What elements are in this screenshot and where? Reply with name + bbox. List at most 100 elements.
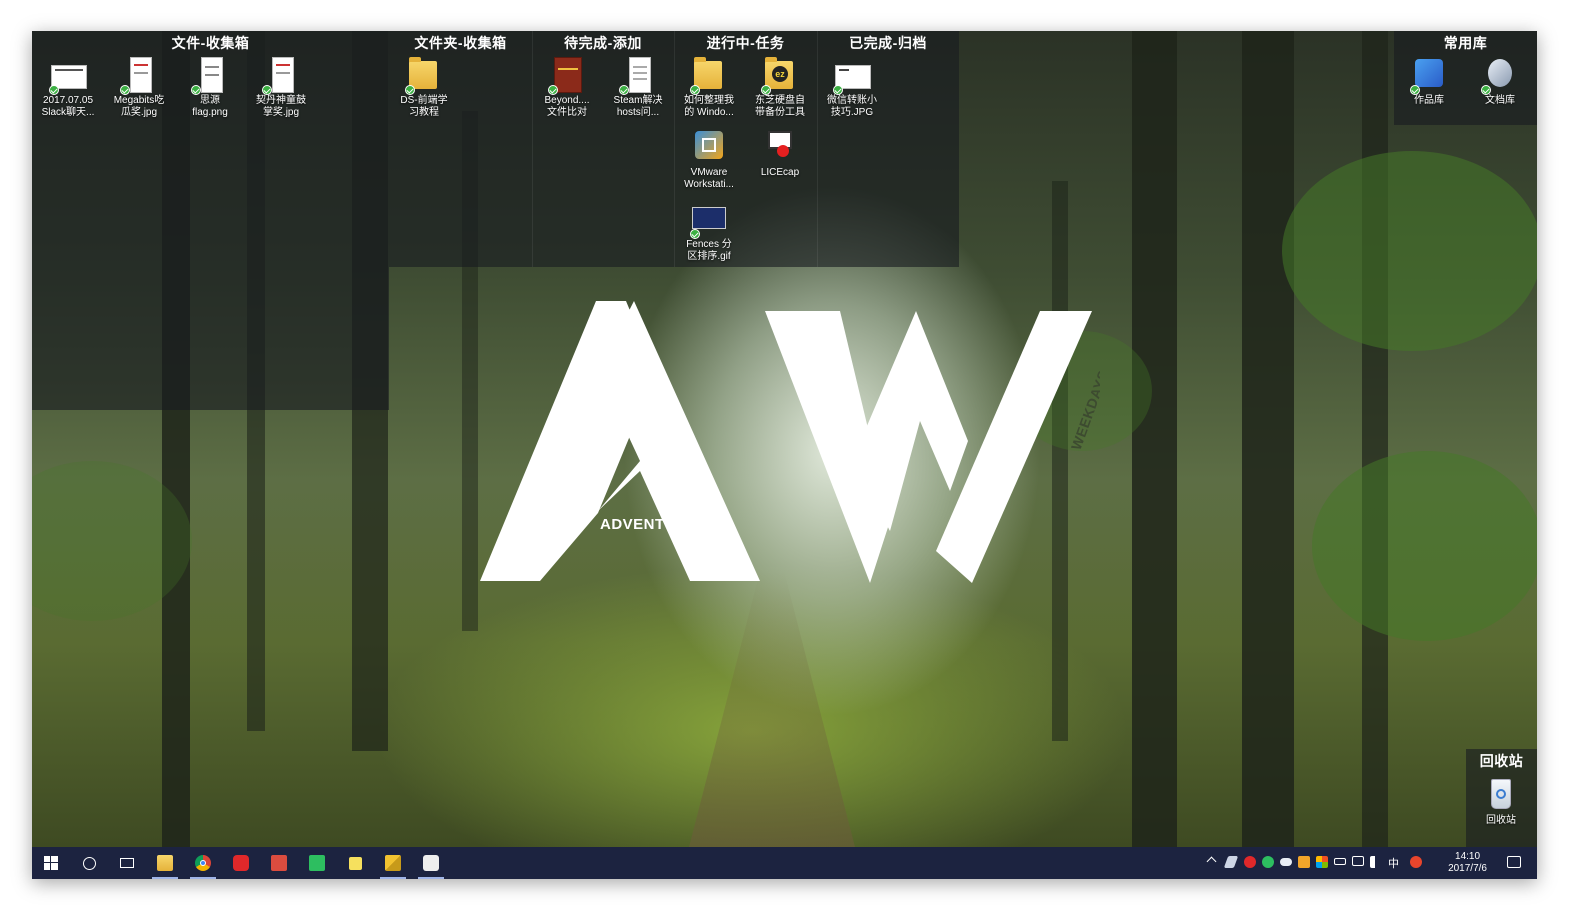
battery-icon[interactable] xyxy=(1334,858,1346,865)
sync-check-icon xyxy=(120,85,130,95)
sync-check-icon xyxy=(690,229,700,239)
fence-files-inbox[interactable]: 文件-收集箱 2017.07.05 Slack聊天... Megabits吃 瓜… xyxy=(32,31,389,410)
fence-in-progress[interactable]: 进行中-任务 如何整理我 的 Windo... ez 东芝硬盘自 带备份工具 V… xyxy=(674,31,817,267)
file-icon-fences-gif[interactable]: Fences 分 区排序.gif xyxy=(674,201,744,263)
folder-icon-toshiba-backup[interactable]: ez 东芝硬盘自 带备份工具 xyxy=(745,57,815,119)
image-file-icon xyxy=(130,57,152,93)
fence-title[interactable]: 进行中-任务 xyxy=(674,33,817,53)
documents-library-icon xyxy=(1488,59,1512,87)
file-icon-slack-chat[interactable]: 2017.07.05 Slack聊天... xyxy=(33,57,103,119)
fences-app-icon xyxy=(385,855,401,871)
sync-check-icon xyxy=(833,85,843,95)
folder-icon-organize-windows[interactable]: 如何整理我 的 Windo... xyxy=(674,57,744,119)
cortana-button[interactable] xyxy=(70,847,108,879)
sync-check-icon xyxy=(1481,85,1491,95)
library-label: 作品库 xyxy=(1414,95,1444,106)
gif-thumbnail-icon xyxy=(692,207,726,229)
sync-check-icon xyxy=(49,85,59,95)
fence-folders-inbox[interactable]: 文件夹-收集箱 DS-前端学 习教程 xyxy=(389,31,532,267)
netease-music-icon xyxy=(233,855,249,871)
fence-title[interactable]: 文件夹-收集箱 xyxy=(389,33,532,53)
sync-check-icon xyxy=(405,85,415,95)
action-center-icon[interactable] xyxy=(1507,856,1521,868)
folder-label: 东芝硬盘自 带备份工具 xyxy=(755,95,805,118)
file-icon-steam-hosts[interactable]: Steam解决 hosts问... xyxy=(603,57,673,119)
folder-icon-ds-frontend[interactable]: DS-前端学 习教程 xyxy=(389,57,459,119)
clock-date: 2017/7/6 xyxy=(1448,863,1487,874)
library-icon-documents[interactable]: 文档库 xyxy=(1465,57,1535,107)
taskbar-clock[interactable]: 14:10 2017/7/6 xyxy=(1448,851,1487,875)
tray-netease-icon[interactable] xyxy=(1244,856,1256,868)
file-icon-megabits[interactable]: Megabits吃 瓜奖.jpg xyxy=(104,57,174,119)
volume-icon[interactable] xyxy=(1370,856,1382,868)
file-label: 思源 flag.png xyxy=(192,95,228,118)
tray-onedrive-icon[interactable] xyxy=(1280,858,1292,866)
taskbar-evernote[interactable] xyxy=(298,847,336,879)
shortcut-icon-licecap[interactable]: LICEcap xyxy=(745,129,815,179)
shortcut-icon-beyond-compare[interactable]: Beyond.... 文件比对 xyxy=(532,57,602,119)
taskbar-file-explorer[interactable] xyxy=(146,847,184,879)
task-view-icon xyxy=(120,858,134,868)
file-icon-wechat-transfer[interactable]: 微信转账小 技巧.JPG xyxy=(817,57,887,119)
text-file-icon xyxy=(629,57,651,93)
fence-todo[interactable]: 待完成-添加 Beyond.... 文件比对 Steam解决 hosts问... xyxy=(532,31,674,267)
sync-check-icon xyxy=(191,85,201,95)
file-label: 契丹神童鼓 掌奖.jpg xyxy=(256,95,306,118)
file-explorer-icon xyxy=(157,855,173,871)
windows-start-icon xyxy=(44,856,58,870)
recycle-bin-label: 回收站 xyxy=(1486,815,1516,826)
start-button[interactable] xyxy=(32,847,70,879)
recycle-bin-icon-item[interactable]: 回收站 xyxy=(1466,777,1536,827)
chrome-icon xyxy=(195,855,211,871)
file-icon-qidan[interactable]: 契丹神童鼓 掌奖.jpg xyxy=(246,57,316,119)
chevron-up-icon[interactable] xyxy=(1206,856,1217,867)
image-file-icon xyxy=(201,57,223,93)
taskbar-netease-music[interactable] xyxy=(222,847,260,879)
sticky-notes-icon xyxy=(348,856,362,870)
taskbar-sticky-notes[interactable] xyxy=(336,847,374,879)
fence-title[interactable]: 回收站 xyxy=(1466,751,1537,771)
tray-app-grid-icon[interactable] xyxy=(1316,856,1328,868)
fence-title[interactable]: 常用库 xyxy=(1394,33,1537,53)
taskbar-todoist[interactable] xyxy=(260,847,298,879)
fence-title[interactable]: 文件-收集箱 xyxy=(32,33,389,53)
beyond-compare-icon xyxy=(554,57,582,93)
sogou-input-icon[interactable] xyxy=(1410,856,1422,868)
fence-recycle-bin[interactable]: 回收站 回收站 xyxy=(1466,749,1537,847)
tray-backup-icon[interactable] xyxy=(1298,856,1310,868)
taskbar-fences[interactable] xyxy=(374,847,412,879)
fence-done[interactable]: 已完成-归档 微信转账小 技巧.JPG xyxy=(817,31,959,267)
file-label: Fences 分 区排序.gif xyxy=(686,239,732,262)
fence-title[interactable]: 已完成-归档 xyxy=(817,33,959,53)
file-label: Beyond.... 文件比对 xyxy=(544,95,590,118)
aw-weekdays-logo: ADVENTURE WEEKDAYS xyxy=(480,301,1100,583)
taskbar-inkscape[interactable] xyxy=(412,847,450,879)
ime-indicator[interactable]: 中 xyxy=(1388,855,1399,871)
tray-evernote-icon[interactable] xyxy=(1262,856,1274,868)
windows-taskbar: 中 14:10 2017/7/6 xyxy=(32,847,1537,879)
clock-time: 14:10 xyxy=(1455,851,1481,862)
logo-word-weekdays: WEEKDAYS xyxy=(1068,368,1100,452)
shortcut-icon-vmware[interactable]: VMware Workstati... xyxy=(674,129,744,191)
task-view-button[interactable] xyxy=(108,847,146,879)
sync-check-icon xyxy=(1410,85,1420,95)
taskbar-chrome[interactable] xyxy=(184,847,222,879)
tray-send-icon[interactable] xyxy=(1223,856,1239,868)
fence-common-libraries[interactable]: 常用库 作品库 文档库 xyxy=(1394,31,1537,125)
library-icon-works[interactable]: 作品库 xyxy=(1394,57,1464,107)
file-label: 微信转账小 技巧.JPG xyxy=(827,95,877,118)
app-label: VMware Workstati... xyxy=(684,167,734,190)
evernote-icon xyxy=(309,855,325,871)
folder-label: DS-前端学 习教程 xyxy=(400,95,448,118)
sync-check-icon xyxy=(262,85,272,95)
library-label: 文档库 xyxy=(1485,95,1515,106)
file-label: Steam解决 hosts问... xyxy=(613,95,663,118)
sync-check-icon xyxy=(761,85,771,95)
file-icon-siyuan-flag[interactable]: 思源 flag.png xyxy=(175,57,245,119)
works-library-icon xyxy=(1415,59,1443,87)
folder-icon xyxy=(694,57,722,89)
network-icon[interactable] xyxy=(1352,856,1364,866)
file-label: 2017.07.05 Slack聊天... xyxy=(41,95,95,118)
fence-title[interactable]: 待完成-添加 xyxy=(532,33,674,53)
folder-icon xyxy=(409,57,437,89)
